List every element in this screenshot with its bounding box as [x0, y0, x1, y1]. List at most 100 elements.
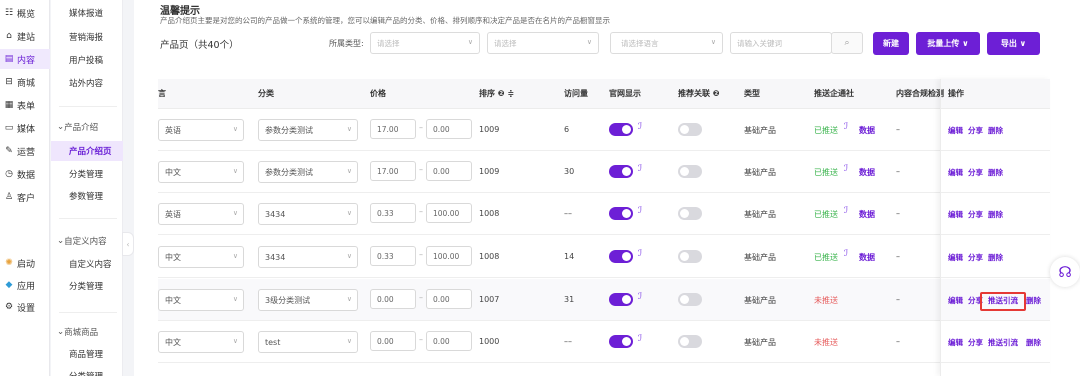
recommend-toggle[interactable]: [678, 123, 702, 136]
recommend-toggle[interactable]: [678, 293, 702, 306]
language-select[interactable]: 英语 ∨: [158, 119, 244, 141]
site-display-toggle[interactable]: [609, 123, 633, 136]
data-link[interactable]: 数据: [859, 125, 875, 136]
keyword-search-input[interactable]: 请输入关键词: [730, 32, 832, 54]
export-button[interactable]: 导出 ∨: [987, 32, 1040, 55]
type-value: 基础产品: [744, 338, 776, 347]
language-select[interactable]: 英语 ∨: [158, 203, 244, 225]
nav-customer[interactable]: ♙ 客户: [0, 187, 50, 207]
new-button[interactable]: 新建: [873, 32, 909, 55]
nav-media[interactable]: ▭ 媒体: [0, 118, 50, 138]
subnav-item-product-page[interactable]: 产品介绍页: [51, 141, 123, 161]
nav-settings[interactable]: ⚙ 设置: [0, 297, 50, 317]
customer-service-button[interactable]: ☊: [1050, 257, 1080, 287]
link-icon[interactable]: ℐ: [638, 334, 642, 344]
price-min-input[interactable]: 0.00: [370, 289, 416, 309]
pen-icon: ✎: [5, 146, 13, 156]
nav-overview[interactable]: ☷ 概览: [0, 3, 50, 23]
category-select[interactable]: 3级分类测试 ∨: [258, 289, 358, 311]
price-max-input[interactable]: 0.00: [426, 289, 472, 309]
batch-upload-button[interactable]: 批量上传 ∨: [916, 32, 980, 55]
subnav-item-custom-content[interactable]: 自定义内容: [51, 254, 123, 274]
language-select[interactable]: 中文 ∨: [158, 246, 244, 268]
link-icon[interactable]: ℐ: [844, 249, 848, 259]
price-max-input[interactable]: 100.00: [426, 246, 472, 266]
nav-content[interactable]: ▤ 内容: [0, 49, 50, 69]
price-max-input[interactable]: 100.00: [426, 203, 472, 223]
site-display-toggle[interactable]: [609, 335, 633, 348]
nav-apps[interactable]: ◆ 应用: [0, 275, 50, 295]
language-select[interactable]: 中文 ∨: [158, 161, 244, 183]
language-value: 英语: [165, 125, 181, 135]
link-icon[interactable]: ℐ: [638, 292, 642, 302]
category-select[interactable]: 3434 ∨: [258, 203, 358, 225]
subnav-group-custom[interactable]: ⌄ 自定义内容: [51, 232, 123, 250]
language-select[interactable]: 请选择语言 ∨: [610, 32, 723, 54]
type-select-2[interactable]: 请选择 ∨: [487, 32, 599, 54]
nav-mall[interactable]: ⊟ 商城: [0, 72, 50, 92]
category-value: test: [265, 337, 281, 347]
nav-label: 数据: [17, 170, 36, 181]
price-max-input[interactable]: 0.00: [426, 119, 472, 139]
subnav-item-media-report[interactable]: 媒体报道: [51, 3, 123, 23]
subnav-item-poster[interactable]: 营销海报: [51, 27, 123, 47]
site-display-toggle[interactable]: [609, 207, 633, 220]
language-select[interactable]: 中文 ∨: [158, 331, 244, 353]
site-display-toggle[interactable]: [609, 293, 633, 306]
nav-operation[interactable]: ✎ 运营: [0, 141, 50, 161]
push-status: 已推送: [814, 253, 838, 262]
subnav-item-custom-category[interactable]: 分类管理: [51, 276, 123, 296]
language-select[interactable]: 中文 ∨: [158, 289, 244, 311]
subnav-item-offsite[interactable]: 站外内容: [51, 73, 123, 93]
subnav-item-submission[interactable]: 用户投稿: [51, 50, 123, 70]
price-min-input[interactable]: 0.33: [370, 246, 416, 266]
recommend-toggle[interactable]: [678, 335, 702, 348]
subnav-item-category[interactable]: 分类管理: [51, 164, 123, 184]
site-display-toggle[interactable]: [609, 250, 633, 263]
link-icon[interactable]: ℐ: [844, 164, 848, 174]
link-icon[interactable]: ℐ: [638, 206, 642, 216]
price-min-input[interactable]: 17.00: [370, 119, 416, 139]
table-row: 中文 ∨ 3级分类测试 ∨ 0.00–0.00 1007 31 ℐ 基础产品 未推送 – 编辑 分享 推送…: [158, 279, 1050, 321]
subnav-item-goods[interactable]: 商品管理: [51, 344, 123, 364]
range-separator: –: [419, 123, 423, 132]
subnav-item-params[interactable]: 参数管理: [51, 186, 123, 206]
recommend-toggle[interactable]: [678, 250, 702, 263]
subnav-group-product[interactable]: ⌄ 产品介绍: [51, 118, 123, 136]
price-min-input[interactable]: 0.00: [370, 331, 416, 351]
link-icon[interactable]: ℐ: [638, 249, 642, 259]
recommend-toggle[interactable]: [678, 165, 702, 178]
site-display-toggle[interactable]: [609, 165, 633, 178]
link-icon[interactable]: ℐ: [638, 122, 642, 132]
search-button[interactable]: ⌕: [831, 32, 863, 54]
type-select-1[interactable]: 请选择 ∨: [370, 32, 480, 54]
range-separator: –: [419, 335, 423, 344]
nav-form[interactable]: ▦ 表单: [0, 95, 50, 115]
nav-launch[interactable]: ✺ 启动: [0, 253, 50, 273]
link-icon[interactable]: ℐ: [844, 206, 848, 216]
data-link[interactable]: 数据: [859, 209, 875, 220]
col-sort[interactable]: 排序 ❷ ≑: [479, 79, 514, 109]
nav-label: 内容: [17, 55, 36, 66]
price-min-input[interactable]: 17.00: [370, 161, 416, 181]
divider: [59, 312, 117, 313]
category-select[interactable]: 参数分类测试 ∨: [258, 119, 358, 141]
subnav-item-goods-category[interactable]: 分类管理: [51, 366, 123, 376]
nav-data[interactable]: ◷ 数据: [0, 164, 50, 184]
recommend-toggle[interactable]: [678, 207, 702, 220]
link-icon[interactable]: ℐ: [844, 122, 848, 132]
nav-site[interactable]: ⌂ 建站: [0, 26, 50, 46]
category-select[interactable]: 参数分类测试 ∨: [258, 161, 358, 183]
link-icon[interactable]: ℐ: [638, 164, 642, 174]
data-link[interactable]: 数据: [859, 252, 875, 263]
subnav-group-mall[interactable]: ⌄ 商城商品: [51, 323, 123, 341]
price-max-input[interactable]: 0.00: [426, 331, 472, 351]
collapse-handle[interactable]: ‹: [122, 232, 134, 256]
table-row: 中文 ∨ 参数分类测试 ∨ 17.00–0.00 1009 30 ℐ 基础产品 已推送 ℐ 数据 – 编辑…: [158, 151, 1050, 193]
category-select[interactable]: test ∨: [258, 331, 358, 353]
category-select[interactable]: 3434 ∨: [258, 246, 358, 268]
col-price: 价格: [370, 89, 386, 98]
price-min-input[interactable]: 0.33: [370, 203, 416, 223]
price-max-input[interactable]: 0.00: [426, 161, 472, 181]
data-link[interactable]: 数据: [859, 167, 875, 178]
